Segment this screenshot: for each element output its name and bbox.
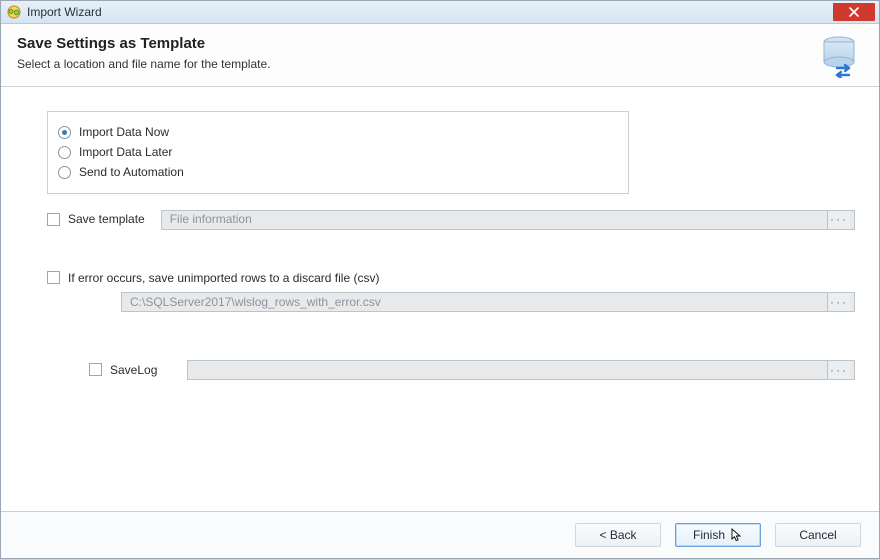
cancel-button[interactable]: Cancel: [775, 523, 861, 547]
radio-import-now[interactable]: [58, 126, 71, 139]
window-title: Import Wizard: [27, 4, 102, 20]
ellipsis-icon: ···: [830, 362, 848, 378]
savelog-label: SaveLog: [110, 362, 157, 378]
close-button[interactable]: [833, 3, 875, 21]
header-glyph: [819, 34, 863, 78]
save-template-row: Save template File information ···: [47, 210, 855, 230]
discard-path-field[interactable]: C:\SQLServer2017\wlslog_rows_with_error.…: [121, 292, 855, 312]
savelog-path-field[interactable]: ···: [187, 360, 855, 380]
save-template-checkbox[interactable]: [47, 213, 60, 226]
wizard-header: Save Settings as Template Select a locat…: [1, 24, 879, 87]
import-options-group: Import Data Now Import Data Later Send t…: [47, 111, 629, 194]
discard-label: If error occurs, save unimported rows to…: [68, 270, 379, 286]
cancel-button-label: Cancel: [799, 528, 836, 542]
option-import-now[interactable]: Import Data Now: [58, 124, 618, 140]
cursor-icon: [731, 528, 743, 542]
titlebar: Import Wizard: [1, 1, 879, 24]
save-template-path-field[interactable]: File information ···: [161, 210, 855, 230]
discard-path-row: C:\SQLServer2017\wlslog_rows_with_error.…: [121, 292, 855, 312]
ellipsis-icon: ···: [830, 211, 848, 227]
app-icon: [7, 5, 21, 19]
page-title: Save Settings as Template: [17, 34, 807, 54]
close-icon: [849, 7, 859, 17]
option-send-automation[interactable]: Send to Automation: [58, 164, 618, 180]
wizard-footer: < Back Finish Cancel: [1, 511, 879, 558]
browse-button[interactable]: ···: [827, 211, 850, 229]
discard-path-value: C:\SQLServer2017\wlslog_rows_with_error.…: [130, 294, 381, 310]
finish-button[interactable]: Finish: [675, 523, 761, 547]
header-text: Save Settings as Template Select a locat…: [17, 34, 807, 72]
back-button-label: < Back: [599, 528, 636, 542]
finish-button-label: Finish: [693, 528, 725, 542]
save-template-label: Save template: [68, 211, 145, 227]
option-import-later[interactable]: Import Data Later: [58, 144, 618, 160]
browse-button[interactable]: ···: [827, 293, 850, 311]
option-label: Send to Automation: [79, 164, 184, 180]
radio-import-later[interactable]: [58, 146, 71, 159]
savelog-checkbox[interactable]: [89, 363, 102, 376]
back-button[interactable]: < Back: [575, 523, 661, 547]
wizard-content: Import Data Now Import Data Later Send t…: [1, 87, 879, 511]
savelog-row: SaveLog ···: [89, 360, 855, 380]
ellipsis-icon: ···: [830, 294, 848, 310]
option-label: Import Data Later: [79, 144, 172, 160]
radio-send-automation[interactable]: [58, 166, 71, 179]
save-template-placeholder: File information: [170, 211, 252, 227]
option-label: Import Data Now: [79, 124, 169, 140]
page-subtitle: Select a location and file name for the …: [17, 56, 807, 72]
discard-row: If error occurs, save unimported rows to…: [47, 270, 855, 286]
browse-button[interactable]: ···: [827, 361, 850, 379]
discard-checkbox[interactable]: [47, 271, 60, 284]
